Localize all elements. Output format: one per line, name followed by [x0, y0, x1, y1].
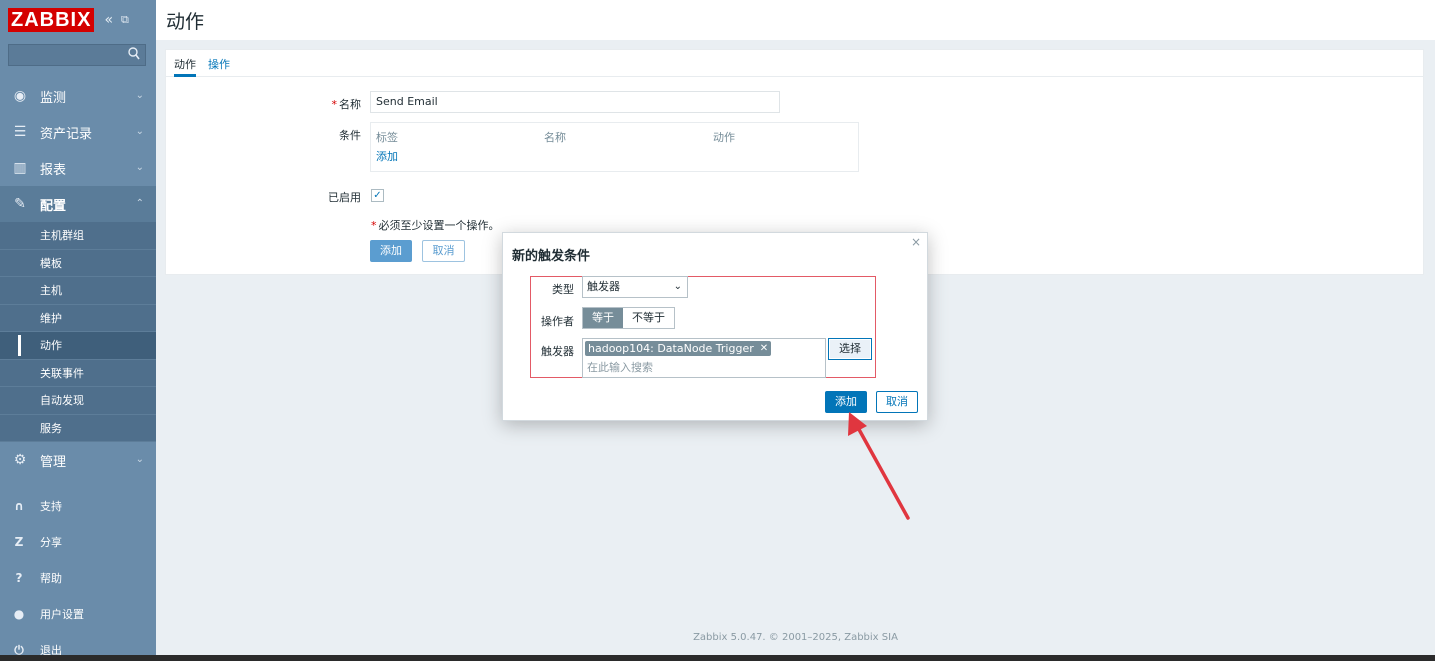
conditions-label: 条件 — [339, 129, 361, 142]
menu-label: 用户设置 — [40, 608, 84, 621]
collapse-sidebar-icon[interactable]: « — [104, 12, 113, 28]
operator-toggle: 等于 不等于 — [582, 307, 675, 329]
menu-monitoring[interactable]: ◉ 监测 ⌄ — [0, 78, 156, 114]
menu-help[interactable]: ? 帮助 — [0, 560, 156, 596]
close-icon[interactable]: × — [911, 235, 921, 249]
menu-support[interactable]: ∩ 支持 — [0, 488, 156, 524]
submenu-actions[interactable]: 动作 — [0, 332, 156, 360]
menu-administration[interactable]: ⚙ 管理 ⌄ — [0, 442, 156, 478]
menu-label: 监测 — [40, 90, 67, 106]
operator-label: 操作者 — [541, 315, 574, 328]
zabbix-logo[interactable]: ZABBIX — [8, 8, 95, 32]
type-label: 类型 — [552, 283, 574, 296]
trigger-tag: hadoop104: DataNode Trigger ✕ — [585, 341, 772, 356]
required-mark: * — [331, 98, 338, 111]
kiosk-mode-icon[interactable]: ⧉ — [121, 13, 129, 27]
trigger-search-input[interactable]: 在此输入搜索 — [587, 359, 653, 375]
menu-label: 报表 — [40, 162, 67, 178]
col-header-label: 标签 — [376, 131, 398, 144]
add-condition-link[interactable]: 添加 — [376, 148, 398, 164]
chevron-down-icon: ⌄ — [135, 454, 144, 465]
eye-icon: ◉ — [13, 88, 27, 104]
menu-label: 资产记录 — [40, 126, 93, 142]
wrench-icon: ✎ — [14, 196, 26, 212]
user-icon: ● — [13, 607, 25, 621]
submenu-maintenance[interactable]: 维护 — [0, 305, 156, 332]
chevron-down-icon: ⌄ — [135, 162, 144, 173]
menu-label: 退出 — [40, 644, 62, 655]
menu-configuration[interactable]: ✎ 配置 ⌃ — [0, 186, 156, 222]
menu-share[interactable]: Z 分享 — [0, 524, 156, 560]
help-icon: ? — [15, 571, 23, 585]
page-title: 动作 — [166, 10, 205, 33]
headset-icon: ∩ — [14, 499, 24, 513]
dialog-cancel-button[interactable]: 取消 — [876, 391, 918, 413]
chevron-down-icon: ⌄ — [135, 126, 144, 137]
conditions-table: 标签 名称 动作 添加 — [370, 122, 859, 172]
footer: Zabbix 5.0.47. © 2001–2025, Zabbix SIA — [693, 632, 898, 643]
name-label: * 名称 — [331, 98, 362, 111]
search-input[interactable] — [9, 45, 145, 65]
share-icon: Z — [14, 535, 24, 549]
add-button[interactable]: 添加 — [370, 240, 412, 262]
operator-not-equals[interactable]: 不等于 — [623, 308, 674, 328]
menu-label: 配置 — [40, 198, 67, 214]
menu-inventory[interactable]: ☰ 资产记录 ⌄ — [0, 114, 156, 150]
dialog-title: 新的触发条件 — [512, 249, 591, 264]
tab-action[interactable]: 动作 — [174, 50, 196, 77]
window-bottom-edge — [0, 655, 1435, 661]
brand-bar: ZABBIX « ⧉ — [0, 0, 156, 40]
list-icon: ☰ — [13, 124, 27, 140]
sidebar: ZABBIX « ⧉ ◉ 监测 ⌄ ☰ 资产记录 ⌄ ▥ 报表 ⌄ ✎ 配置 ⌃… — [0, 0, 156, 655]
menu-label: 帮助 — [40, 572, 62, 585]
enabled-checkbox[interactable]: ✓ — [371, 189, 384, 202]
submenu-host-groups[interactable]: 主机群组 — [0, 222, 156, 250]
chevron-down-icon: ⌄ — [135, 90, 144, 101]
form-tabs: 动作 操作 — [166, 50, 1423, 77]
dialog-add-button[interactable]: 添加 — [825, 391, 867, 413]
trigger-multiselect[interactable]: hadoop104: DataNode Trigger ✕ 在此输入搜索 — [582, 338, 826, 378]
operation-required-note: * 必须至少设置一个操作。 — [371, 219, 500, 232]
power-icon: ⏻ — [14, 642, 24, 656]
tab-operations[interactable]: 操作 — [208, 50, 230, 77]
submenu-hosts[interactable]: 主机 — [0, 277, 156, 305]
submenu-templates[interactable]: 模板 — [0, 250, 156, 277]
menu-sign-out[interactable]: ⏻ 退出 — [0, 632, 156, 656]
menu-user-settings[interactable]: ● 用户设置 — [0, 596, 156, 632]
trigger-label: 触发器 — [541, 345, 574, 358]
bar-chart-icon: ▥ — [13, 160, 27, 176]
gear-icon: ⚙ — [13, 452, 27, 468]
col-header-name: 名称 — [544, 131, 566, 144]
submenu-discovery[interactable]: 自动发现 — [0, 387, 156, 415]
brand-controls: « ⧉ — [104, 12, 128, 28]
condition-type-select[interactable]: 触发器 ⌄ — [582, 276, 688, 298]
submenu-event-correlation[interactable]: 关联事件 — [0, 360, 156, 387]
operator-equals[interactable]: 等于 — [583, 308, 623, 328]
chevron-up-icon: ⌃ — [135, 198, 144, 209]
configuration-submenu: 主机群组 模板 主机 维护 动作 关联事件 自动发现 服务 — [0, 222, 156, 442]
enabled-label: 已启用 — [328, 191, 361, 204]
cancel-button[interactable]: 取消 — [422, 240, 465, 262]
page-header: 动作 — [156, 0, 1435, 40]
search-icon[interactable] — [128, 47, 140, 61]
menu-reports[interactable]: ▥ 报表 ⌄ — [0, 150, 156, 186]
chevron-down-icon: ⌄ — [673, 281, 682, 292]
submenu-services[interactable]: 服务 — [0, 415, 156, 442]
menu-label: 分享 — [40, 536, 62, 549]
name-input[interactable]: Send Email — [370, 91, 780, 113]
remove-tag-icon[interactable]: ✕ — [760, 341, 768, 356]
menu-label: 管理 — [40, 454, 67, 470]
col-header-action: 动作 — [713, 131, 735, 144]
new-condition-dialog: 新的触发条件 × 类型 触发器 ⌄ 操作者 等于 不等于 触发器 hadoop1… — [502, 232, 928, 421]
sidebar-search — [8, 44, 146, 66]
menu-label: 支持 — [40, 500, 62, 513]
select-trigger-button[interactable]: 选择 — [828, 338, 872, 360]
